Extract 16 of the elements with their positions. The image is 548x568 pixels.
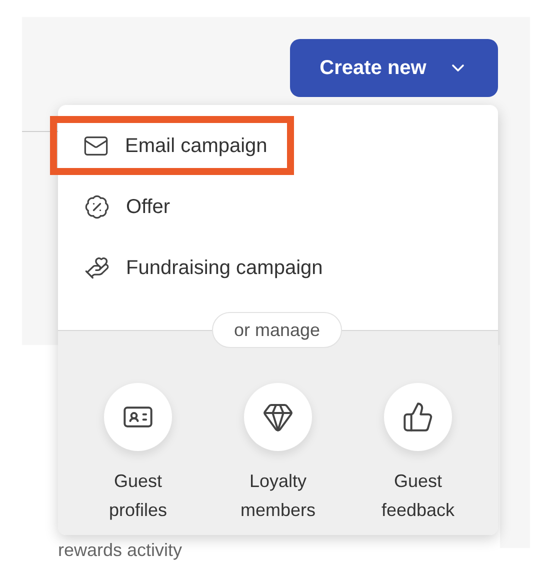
shortcut-label: Guest feedback <box>380 470 456 522</box>
menu-item[interactable]: Email campaign <box>50 116 294 175</box>
shortcut-button[interactable]: Guest profiles <box>78 383 198 535</box>
menu-item[interactable]: Fundraising campaign <box>58 238 330 297</box>
shortcut-button[interactable]: Guest feedback <box>358 383 478 535</box>
shortcut-button[interactable]: Loyalty members <box>218 383 338 535</box>
shortcut-label: Loyalty members <box>239 470 316 522</box>
shortcut-label: Guest profiles <box>108 470 168 522</box>
diamond-icon <box>262 401 294 433</box>
section-label: rewards activity <box>58 540 182 561</box>
percent-badge-icon <box>84 194 110 220</box>
divider-label: or manage <box>212 312 342 348</box>
thumbs-up-icon <box>402 401 434 433</box>
menu-item[interactable]: Offer <box>58 177 178 236</box>
create-new-button[interactable]: Create new <box>290 39 498 97</box>
hand-heart-icon <box>84 254 110 280</box>
